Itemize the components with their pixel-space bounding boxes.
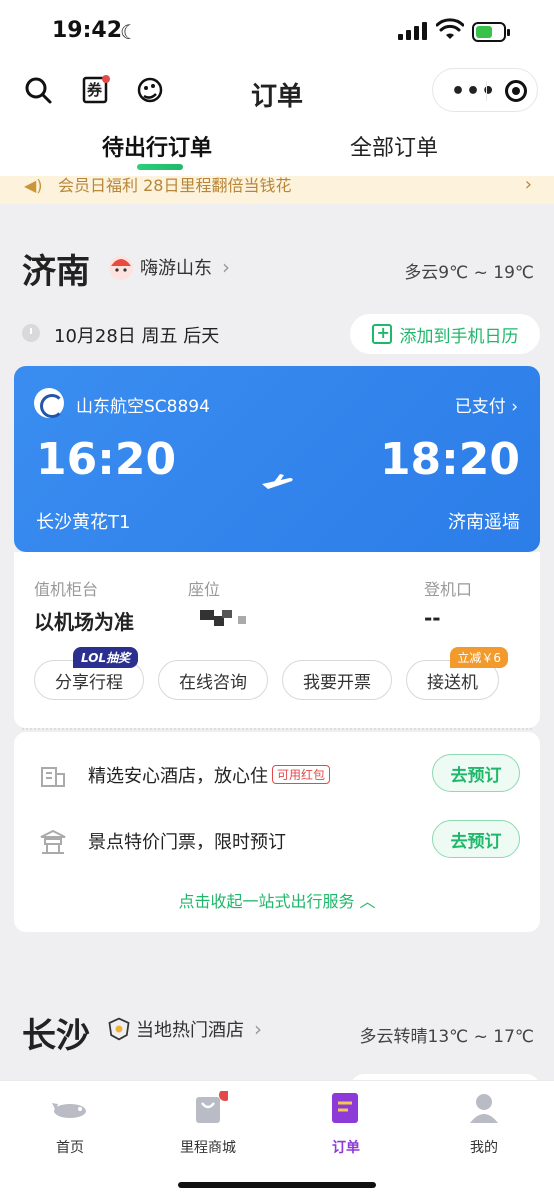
user-icon (470, 1094, 498, 1123)
shopping-bag-icon (196, 1089, 231, 1123)
notice-text: 会员日福利 28日里程翻倍当钱花 (58, 176, 292, 195)
share-trip-button[interactable]: 分享行程 LOL抽奖 (34, 647, 144, 700)
city-promo[interactable]: 嗨游山东 › (106, 252, 230, 282)
order-status[interactable]: 已支付 › (455, 392, 518, 417)
chevron-right-icon: › (524, 176, 532, 195)
online-consult-button[interactable]: 在线咨询 (158, 660, 268, 700)
airline-flight: 山东航空SC8894 (76, 397, 210, 417)
flight-ticket[interactable]: 山东航空SC8894 已支付 › 16:20 18:20 长沙黄花T1 济南遥墙 (14, 366, 540, 552)
invoice-button[interactable]: 我要开票 (282, 660, 392, 700)
trip-actions: 分享行程 LOL抽奖 在线咨询 我要开票 接送机 立减￥6 (34, 647, 508, 700)
flight-info-card: 值机柜台 以机场为准 座位 登机口 -- 分享行程 LOL抽奖 在线咨询 我要开… (14, 552, 540, 728)
order-list-icon (332, 1093, 358, 1123)
airport-transfer-button[interactable]: 接送机 立减￥6 (406, 647, 508, 700)
battery-icon (472, 22, 510, 42)
calendar-add-icon (371, 323, 392, 344)
departure-airport: 长沙黄花T1 (36, 512, 131, 533)
ticket-service-row: 景点特价门票，限时预订 去预订 (14, 814, 540, 866)
checkin-value: 以机场为准 (34, 610, 134, 634)
moon-icon: ☾ (120, 20, 138, 44)
signal-icon (398, 22, 427, 40)
trip2-city-row: 长沙 当地热门酒店 › 多云转晴13℃ ~ 17℃ (22, 1008, 534, 1056)
trip-date: 10月28日 周五 后天 (54, 326, 220, 347)
tabbar-home[interactable]: 首页 (20, 1091, 120, 1157)
more-icon[interactable]: ••• (451, 79, 496, 104)
notice-banner[interactable]: ◀) 会员日福利 28日里程翻倍当钱花 › (0, 176, 554, 204)
collapse-services-link[interactable]: 点击收起一站式出行服务 ︿ (14, 888, 540, 912)
arrival-time: 18:20 (379, 434, 520, 485)
chevron-right-icon: › (254, 1017, 262, 1041)
mini-program-capsule: ••• (432, 68, 538, 112)
attraction-icon (40, 829, 66, 854)
mascot-badge-icon (109, 256, 133, 280)
ticket-book-button[interactable]: 去预订 (432, 820, 520, 858)
trip-date-row: 10月28日 周五 后天 添加到手机日历 (14, 314, 540, 354)
tab-indicator (137, 164, 183, 170)
departure-time: 16:20 (36, 434, 177, 485)
city-promo-label: 嗨游山东 (140, 258, 212, 279)
city-name: 长沙 (22, 1016, 90, 1056)
hotel-service-row: 精选安心酒店，放心住 可用红包 去预订 (14, 748, 540, 800)
arrival-airport: 济南遥墙 (448, 512, 520, 533)
add-to-calendar-label: 添加到手机日历 (399, 326, 519, 347)
tabbar-orders[interactable]: 订单 (296, 1091, 396, 1157)
gate-value: -- (424, 606, 441, 630)
nav-bar: 券 订单 ••• (0, 64, 554, 120)
weather-info: 多云转晴13℃ ~ 17℃ (359, 1027, 535, 1047)
hotel-book-button[interactable]: 去预订 (432, 754, 520, 792)
status-time: 19:42 (52, 18, 123, 43)
gate-label: 登机口 (424, 580, 473, 599)
weather-info: 多云9℃ ~ 19℃ (404, 263, 534, 283)
tab-pending[interactable]: 待出行订单 (102, 130, 212, 162)
airline-logo-icon (34, 388, 64, 418)
city-name: 济南 (22, 252, 90, 292)
dotted-divider (22, 728, 532, 730)
tabbar-mine[interactable]: 我的 (434, 1091, 534, 1157)
lol-lottery-tag: LOL抽奖 (73, 647, 139, 668)
tab-all[interactable]: 全部订单 (350, 130, 438, 162)
checkin-label: 值机柜台 (34, 580, 99, 599)
status-bar: 19:42 ☾ (0, 0, 554, 64)
travel-services-card: 精选安心酒店，放心住 可用红包 去预订 景点特价门票，限时预订 去预订 点击收起一… (14, 732, 540, 932)
seat-label: 座位 (188, 580, 221, 599)
close-target-icon[interactable] (505, 80, 527, 102)
airplane-home-icon (52, 1103, 86, 1118)
add-to-calendar-button[interactable]: 添加到手机日历 (350, 314, 540, 354)
hotel-service-text: 精选安心酒店，放心住 可用红包 (88, 762, 331, 788)
speaker-icon: ◀) (24, 176, 43, 195)
clock-icon (22, 324, 40, 342)
city-promo[interactable]: 当地热门酒店 › (106, 1016, 262, 1042)
hotel-icon (41, 767, 65, 787)
home-indicator (178, 1182, 376, 1188)
discount-tag: 立减￥6 (450, 647, 508, 668)
chevron-right-icon: › (222, 255, 230, 279)
trip-city-row: 济南 嗨游山东 › 多云9℃ ~ 19℃ (22, 244, 534, 292)
wifi-icon (436, 18, 464, 39)
order-tabs: 待出行订单 全部订单 (0, 120, 554, 176)
ticket-service-text: 景点特价门票，限时预订 (88, 832, 286, 853)
plane-icon (262, 474, 293, 489)
city-promo-label: 当地热门酒店 (136, 1020, 244, 1041)
hotel-badge-icon (108, 1017, 130, 1041)
tabbar-mall[interactable]: 里程商城 (158, 1089, 258, 1157)
chevron-up-icon: ︿ (359, 892, 376, 911)
red-packet-tag: 可用红包 (272, 765, 331, 784)
